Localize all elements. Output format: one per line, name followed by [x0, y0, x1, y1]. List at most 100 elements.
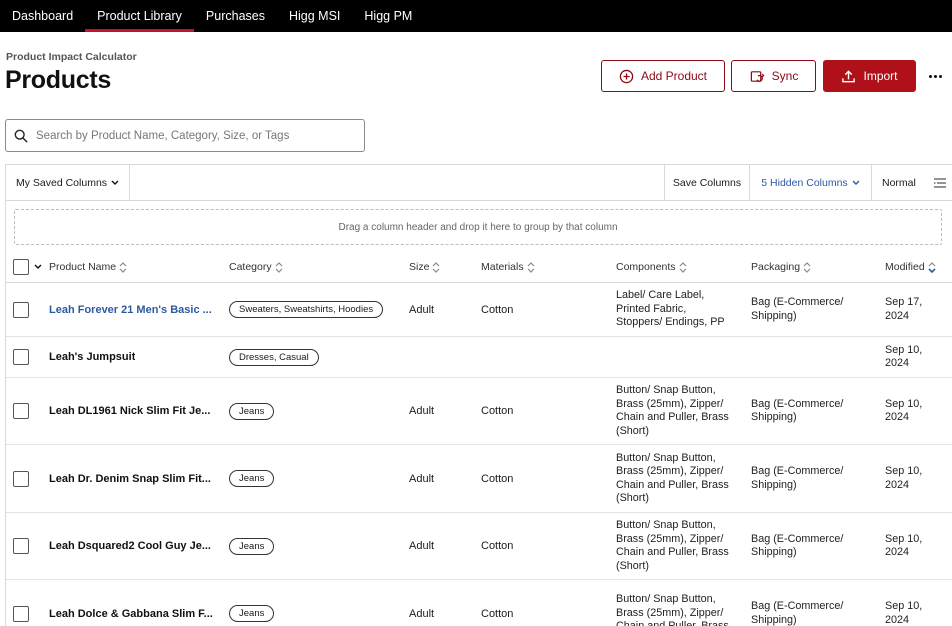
- nav-higg-msi[interactable]: Higg MSI: [277, 0, 352, 32]
- modified-line: Sep 17,: [885, 296, 923, 308]
- header-product-name[interactable]: Product Name: [49, 251, 127, 283]
- sort-desc-icon: [928, 261, 936, 273]
- category-cell: Jeans: [229, 378, 278, 444]
- nav-product-library[interactable]: Product Library: [85, 0, 194, 32]
- category-cell: Jeans: [229, 445, 278, 512]
- product-name-link[interactable]: Leah Dr. Denim Snap Slim Fit...: [49, 473, 211, 485]
- size-cell: Adult: [409, 283, 434, 336]
- category-cell: Dresses, Casual: [229, 337, 323, 377]
- row-checkbox[interactable]: [13, 403, 29, 419]
- density-selector[interactable]: Normal: [871, 165, 952, 200]
- component-line: Printed Fabric,: [616, 302, 687, 315]
- header-size[interactable]: Size: [409, 251, 440, 283]
- products-grid: My Saved Columns Save Columns 5 Hidden C…: [5, 164, 952, 626]
- hidden-columns-dropdown[interactable]: 5 Hidden Columns: [749, 165, 871, 200]
- modified-cell: Sep 17, 2024: [885, 283, 922, 336]
- modified-line: Sep 10,: [885, 343, 923, 356]
- header-components[interactable]: Components: [616, 251, 687, 283]
- product-name-cell: Leah Dolce & Gabbana Slim F...: [49, 580, 213, 626]
- sort-icon: [433, 261, 440, 273]
- select-all-checkbox-wrap: [13, 251, 42, 283]
- packaging-cell: Bag (E-Commerce/Shipping): [751, 283, 843, 336]
- component-line: Button/ Snap Button,: [616, 451, 716, 464]
- sync-button[interactable]: Sync: [731, 60, 816, 92]
- plus-circle-icon: [619, 69, 634, 83]
- sort-icon: [119, 261, 127, 273]
- product-name-cell: Leah Forever 21 Men's Basic ...: [49, 283, 212, 336]
- chevron-down-icon: [852, 180, 860, 185]
- table-row[interactable]: Leah Dolce & Gabbana Slim F... Jeans Adult…: [6, 580, 952, 626]
- packaging-line: Bag (E-Commerce/: [751, 600, 844, 612]
- materials-value: Cotton: [481, 303, 514, 316]
- modified-line: 2024: [885, 613, 910, 626]
- product-name-cell: Leah's Jumpsuit: [49, 337, 135, 377]
- component-line: (Short): [616, 492, 649, 504]
- group-by-drop-zone[interactable]: Drag a column header and drop it here to…: [14, 209, 942, 245]
- product-name-link[interactable]: Leah Dsquared2 Cool Guy Je...: [49, 540, 211, 552]
- saved-columns-dropdown[interactable]: My Saved Columns: [6, 165, 130, 200]
- sort-icon: [527, 261, 535, 273]
- nav-higg-pm[interactable]: Higg PM: [352, 0, 424, 32]
- select-all-checkbox[interactable]: [13, 259, 29, 275]
- component-line: Chain and Puller, Brass: [616, 411, 729, 423]
- category-tag: Sweaters, Sweatshirts, Hoodies: [229, 301, 384, 318]
- size-value: Adult: [409, 405, 435, 417]
- table-row[interactable]: Leah's Jumpsuit Dresses, Casual Sep 10, 202…: [6, 337, 952, 378]
- product-name-link[interactable]: Leah's Jumpsuit: [49, 351, 135, 363]
- table-row[interactable]: Leah DL1961 Nick Slim Fit Je... Jeans Adul…: [6, 378, 952, 445]
- top-nav: Dashboard Product Library Purchases Higg…: [0, 0, 952, 32]
- nav-purchases[interactable]: Purchases: [194, 0, 277, 32]
- component-line: Label/ Care Label,: [616, 289, 705, 302]
- modified-line: 2024: [885, 309, 910, 322]
- save-columns-button[interactable]: Save Columns: [664, 165, 749, 200]
- row-checkbox[interactable]: [13, 538, 29, 554]
- chevron-down-icon: [111, 180, 119, 185]
- materials-value: Cotton: [481, 607, 514, 620]
- row-checkbox-cell: [13, 337, 29, 377]
- modified-cell: Sep 10, 2024: [885, 513, 922, 579]
- sort-icon: [275, 261, 283, 273]
- header-materials[interactable]: Materials: [481, 251, 535, 283]
- size-cell: Adult: [409, 378, 434, 444]
- product-name-link[interactable]: Leah Forever 21 Men's Basic ...: [49, 304, 212, 316]
- component-line: Brass (25mm), Zipper/: [616, 606, 724, 619]
- search-box: [5, 119, 365, 152]
- header-modified[interactable]: Modified: [885, 251, 936, 283]
- table-row[interactable]: Leah Forever 21 Men's Basic ... Sweaters,…: [6, 283, 952, 337]
- search-input[interactable]: [36, 129, 336, 142]
- table-row[interactable]: Leah Dr. Denim Snap Slim Fit... Jeans Adul…: [6, 445, 952, 513]
- chevron-down-icon[interactable]: [34, 264, 42, 270]
- import-label: Import: [863, 69, 898, 83]
- materials-cell: Cotton: [481, 445, 513, 512]
- product-name-link[interactable]: Leah Dolce & Gabbana Slim F...: [49, 608, 213, 620]
- component-line: Stoppers/ Endings, PP: [616, 316, 725, 329]
- table-row[interactable]: Leah Dsquared2 Cool Guy Je... Jeans Adult C…: [6, 513, 952, 580]
- density-label: Normal: [882, 176, 916, 189]
- packaging-cell: Bag (E-Commerce/Shipping): [751, 580, 843, 626]
- nav-dashboard[interactable]: Dashboard: [0, 0, 85, 32]
- row-checkbox[interactable]: [13, 470, 29, 487]
- import-button[interactable]: Import: [823, 60, 916, 92]
- more-options-icon[interactable]: [925, 66, 945, 86]
- materials-cell: Cotton: [481, 513, 513, 579]
- upload-icon: [842, 69, 856, 82]
- sync-icon: [750, 70, 765, 82]
- header-category[interactable]: Category: [229, 251, 283, 283]
- product-name-link[interactable]: Leah DL1961 Nick Slim Fit Je...: [49, 405, 210, 417]
- component-line: Button/ Snap Button,: [616, 519, 716, 531]
- category-tag: Jeans: [229, 605, 275, 622]
- search-icon: [14, 129, 28, 143]
- packaging-line: Shipping): [751, 411, 797, 423]
- row-checkbox[interactable]: [13, 301, 29, 318]
- size-cell: Adult: [409, 513, 434, 579]
- row-checkbox[interactable]: [13, 605, 29, 622]
- packaging-line: Bag (E-Commerce/: [751, 532, 844, 545]
- components-cell: Button/ Snap Button, Brass (25mm), Zipper…: [616, 378, 729, 444]
- header-packaging[interactable]: Packaging: [751, 251, 811, 283]
- modified-line: 2024: [885, 546, 910, 558]
- component-line: Button/ Snap Button,: [616, 384, 716, 396]
- component-line: Brass (25mm), Zipper/: [616, 397, 724, 410]
- row-checkbox[interactable]: [13, 349, 29, 365]
- row-checkbox-cell: [13, 513, 29, 579]
- add-product-button[interactable]: Add Product: [601, 60, 725, 92]
